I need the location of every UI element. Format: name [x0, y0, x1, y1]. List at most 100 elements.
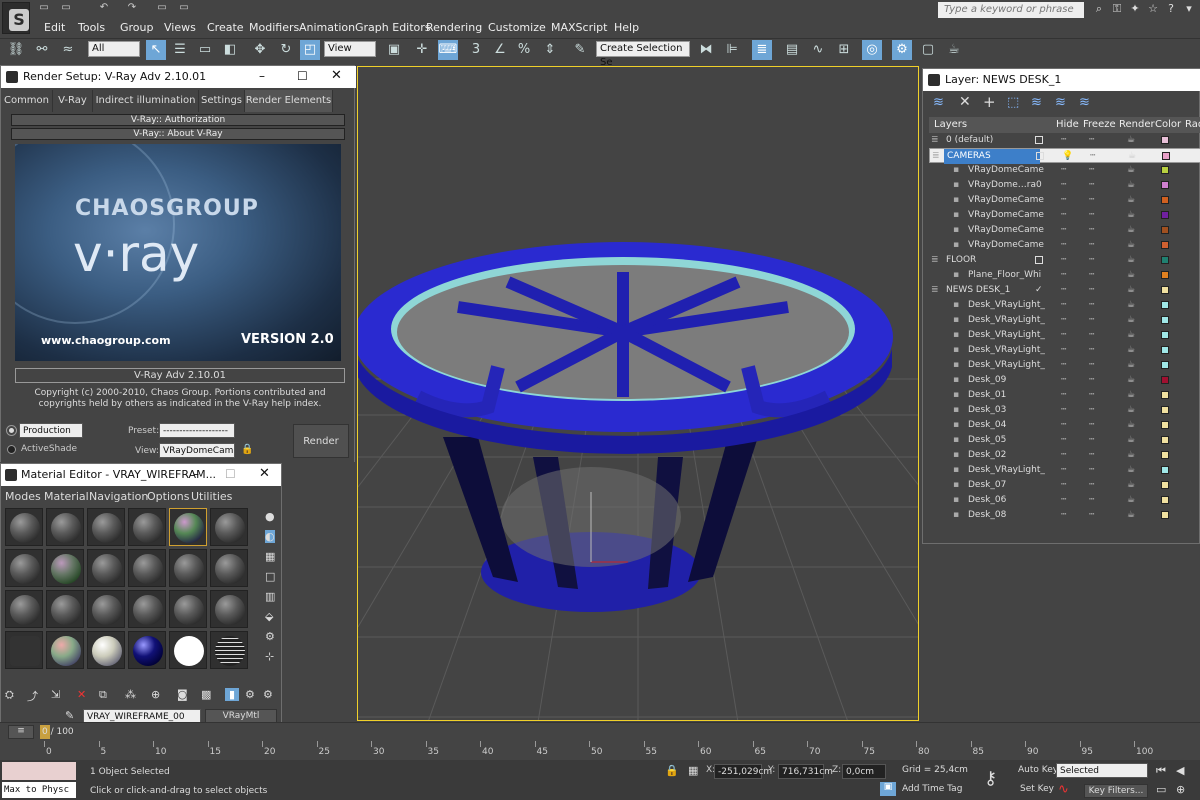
- layer-color-swatch[interactable]: [1161, 256, 1169, 264]
- maximize-icon[interactable]: ☐: [297, 69, 308, 83]
- layer-color-swatch[interactable]: [1161, 271, 1169, 279]
- column-hide[interactable]: Hide: [1056, 117, 1079, 133]
- material-slot[interactable]: [210, 631, 248, 669]
- column-color[interactable]: Color: [1155, 117, 1181, 133]
- layer-object-row[interactable]: ▪ Desk_04 ┅ ┅ ☕: [929, 418, 1200, 433]
- tab-common[interactable]: Common: [1, 90, 53, 112]
- current-layer-check-icon[interactable]: ✓: [1035, 283, 1043, 298]
- layer-name[interactable]: FLOOR: [943, 253, 979, 268]
- hide-toggle[interactable]: ┅: [1061, 253, 1066, 268]
- layer-name[interactable]: VRayDomeCame: [965, 238, 1047, 253]
- layer-name[interactable]: VRayDomeCame: [965, 193, 1047, 208]
- render-toggle-icon[interactable]: ☕: [1127, 403, 1135, 418]
- select-by-name-icon[interactable]: ☰: [170, 40, 190, 60]
- tab-vray[interactable]: V-Ray: [53, 90, 93, 112]
- hide-toggle[interactable]: ┅: [1061, 313, 1066, 328]
- layer-name[interactable]: Desk_VRayLight_: [965, 298, 1048, 313]
- maxscript-listener-mini[interactable]: [2, 762, 76, 780]
- set-key-button[interactable]: Set Key: [1020, 784, 1054, 794]
- hide-all-layers-icon[interactable]: ≋: [1055, 95, 1066, 110]
- layer-color-swatch[interactable]: [1161, 136, 1169, 144]
- hide-toggle[interactable]: ┅: [1061, 463, 1066, 478]
- render-toggle-icon[interactable]: ☕: [1127, 238, 1135, 253]
- layer-object-row[interactable]: ▪ Desk_08 ┅ ┅ ☕: [929, 508, 1200, 523]
- hide-toggle[interactable]: ┅: [1061, 403, 1066, 418]
- render-production-icon[interactable]: ☕: [944, 40, 964, 60]
- render-toggle-icon[interactable]: ☕: [1127, 193, 1135, 208]
- menu-help[interactable]: Help: [614, 20, 639, 36]
- menu-material[interactable]: Material: [44, 490, 89, 503]
- freeze-toggle[interactable]: ┅: [1089, 448, 1094, 463]
- active-layer-box[interactable]: [1035, 136, 1043, 144]
- layer-object-row[interactable]: ▪ Desk_03 ┅ ┅ ☕: [929, 403, 1200, 418]
- freeze-toggle[interactable]: ┅: [1089, 343, 1094, 358]
- add-to-layer-icon[interactable]: +: [983, 93, 996, 111]
- layer-name[interactable]: Desk_09: [965, 373, 1009, 388]
- layer-name[interactable]: Desk_VRayLight_: [965, 463, 1048, 478]
- freeze-toggle[interactable]: ┅: [1089, 283, 1094, 298]
- layer-object-row[interactable]: ▪ VRayDomeCame ┅ ┅ ☕: [929, 223, 1200, 238]
- perspective-viewport[interactable]: [357, 66, 919, 721]
- layer-name[interactable]: NEWS DESK_1: [943, 283, 1013, 298]
- freeze-toggle[interactable]: ┅: [1089, 313, 1094, 328]
- reference-coordinate-select[interactable]: View: [324, 41, 376, 57]
- layer-object-row[interactable]: ▪ Desk_01 ┅ ┅ ☕: [929, 388, 1200, 403]
- layer-name[interactable]: Desk_02: [965, 448, 1009, 463]
- layer-color-swatch[interactable]: [1161, 436, 1169, 444]
- schematic-view-icon[interactable]: ⊞: [834, 40, 854, 60]
- material-slot[interactable]: [128, 590, 166, 628]
- layer-color-swatch[interactable]: [1161, 346, 1169, 354]
- freeze-toggle[interactable]: ┅: [1089, 238, 1094, 253]
- layer-object-row[interactable]: ▪ Desk_06 ┅ ┅ ☕: [929, 493, 1200, 508]
- menu-graph-editors[interactable]: Graph Editors: [355, 20, 431, 36]
- get-material-icon[interactable]: ⛭: [5, 688, 14, 702]
- render-toggle-icon[interactable]: ☕: [1127, 448, 1135, 463]
- layer-color-swatch[interactable]: [1161, 421, 1169, 429]
- tab-settings[interactable]: Settings: [199, 90, 245, 112]
- layer-row[interactable]: ≣ NEWS DESK_1 ┅ ┅ ☕ ✓: [929, 283, 1200, 298]
- column-layers[interactable]: Layers: [934, 117, 967, 133]
- close-icon[interactable]: ✕: [259, 466, 270, 481]
- show-end-result-icon[interactable]: ▮: [225, 688, 239, 701]
- menu-rendering[interactable]: Rendering: [426, 20, 482, 36]
- layer-name[interactable]: VRayDomeCame: [965, 163, 1047, 178]
- layer-name[interactable]: Desk_03: [965, 403, 1009, 418]
- render-button[interactable]: Render: [293, 424, 349, 458]
- material-slot[interactable]: [46, 631, 84, 669]
- material-slot[interactable]: [210, 508, 248, 546]
- angle-snap-icon[interactable]: ∠: [490, 40, 510, 60]
- layer-color-swatch[interactable]: [1161, 301, 1169, 309]
- freeze-toggle[interactable]: ┅: [1089, 223, 1094, 238]
- render-toggle-icon[interactable]: ☕: [1127, 478, 1135, 493]
- make-unique-icon[interactable]: ⁂: [125, 688, 136, 701]
- layer-name[interactable]: VRayDome…ra0: [965, 178, 1045, 193]
- tab-render-elements[interactable]: Render Elements: [245, 90, 333, 112]
- freeze-toggle[interactable]: ┅: [1089, 433, 1094, 448]
- y-coordinate-field[interactable]: 716,731cm: [778, 764, 833, 779]
- select-link-icon[interactable]: ⛓: [6, 40, 26, 60]
- layer-color-swatch[interactable]: [1161, 241, 1169, 249]
- material-slot[interactable]: [5, 631, 43, 669]
- render-toggle-icon[interactable]: ☕: [1127, 223, 1135, 238]
- backlight-icon[interactable]: ◐: [265, 530, 275, 543]
- render-toggle-icon[interactable]: ☕: [1127, 433, 1135, 448]
- help-dropdown-icon[interactable]: ▾: [1182, 2, 1196, 16]
- move-icon[interactable]: ✥: [250, 40, 270, 60]
- hide-toggle[interactable]: ┅: [1061, 208, 1066, 223]
- freeze-toggle[interactable]: ┅: [1089, 298, 1094, 313]
- render-toggle-icon[interactable]: ☕: [1127, 268, 1135, 283]
- render-toggle-icon[interactable]: ☕: [1127, 463, 1135, 478]
- spinner-snap-icon[interactable]: ⇕: [540, 40, 560, 60]
- rectangular-region-icon[interactable]: ▭: [195, 40, 215, 60]
- hide-toggle[interactable]: ┅: [1061, 373, 1066, 388]
- material-slot[interactable]: [87, 549, 125, 587]
- freeze-toggle[interactable]: ┅: [1089, 403, 1094, 418]
- layer-color-swatch[interactable]: [1161, 451, 1169, 459]
- freeze-toggle[interactable]: ┅: [1089, 508, 1094, 523]
- layer-row[interactable]: ≣ FLOOR ┅ ┅ ☕: [929, 253, 1200, 268]
- copy-material-icon[interactable]: ⧉: [99, 688, 107, 702]
- menu-create[interactable]: Create: [207, 20, 244, 36]
- freeze-toggle[interactable]: ┅: [1089, 328, 1094, 343]
- render-toggle-icon[interactable]: ☕: [1127, 388, 1135, 403]
- sample-type-icon[interactable]: ●: [265, 510, 275, 523]
